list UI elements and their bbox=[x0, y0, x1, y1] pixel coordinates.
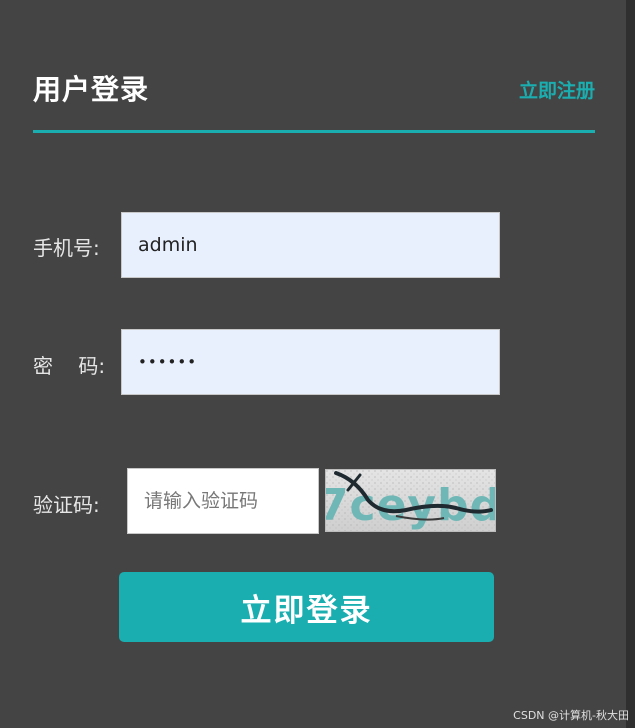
phone-input[interactable] bbox=[121, 212, 500, 278]
phone-label: 手机号: bbox=[33, 236, 100, 260]
watermark: CSDN @计算机-秋大田 bbox=[513, 709, 629, 722]
captcha-label: 验证码: bbox=[33, 493, 100, 517]
login-button[interactable]: 立即登录 bbox=[119, 572, 494, 642]
register-link[interactable]: 立即注册 bbox=[519, 76, 595, 103]
password-label: 密 码: bbox=[33, 354, 106, 378]
password-input[interactable]: •••••• bbox=[121, 329, 500, 395]
page-title: 用户登录 bbox=[33, 73, 150, 106]
captcha-input[interactable] bbox=[127, 468, 319, 534]
captcha-graphic: 7ceybd bbox=[326, 470, 495, 531]
login-panel: 用户登录 立即注册 手机号: 密 码: •••••• 验证码: 7ceybd 立… bbox=[0, 0, 626, 728]
captcha-image[interactable]: 7ceybd bbox=[325, 469, 496, 532]
header-divider bbox=[33, 130, 595, 133]
